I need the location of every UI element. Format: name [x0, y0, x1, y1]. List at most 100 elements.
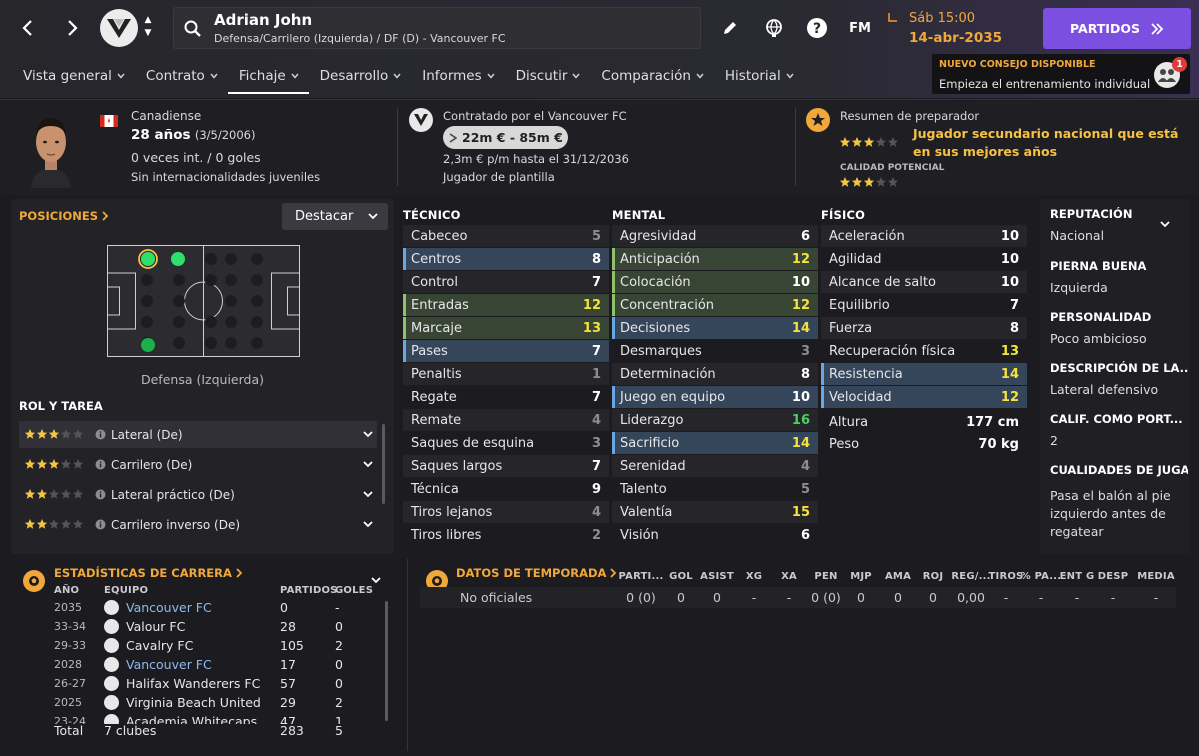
attribute-name: Resistencia — [829, 366, 903, 382]
attribute-row[interactable]: Talento 5 — [612, 478, 818, 500]
date-day-time[interactable]: Sáb 15:00 — [909, 11, 975, 26]
attribute-row[interactable]: Anticipación 12 — [612, 248, 818, 270]
positions-title[interactable]: POSICIONES — [19, 209, 109, 223]
col-year[interactable]: AÑO — [54, 585, 79, 596]
tab-4[interactable]: Informes — [411, 62, 504, 92]
mental-title: MENTAL — [612, 208, 666, 222]
attribute-row[interactable]: Determinación 8 — [612, 363, 818, 385]
attribute-row[interactable]: Recuperación física 13 — [821, 340, 1027, 362]
career-row[interactable]: 33-34 Valour FC 28 0 — [11, 617, 381, 636]
attribute-row[interactable]: Sacrificio 14 — [612, 432, 818, 454]
career-team: Cavalry FC — [126, 638, 194, 653]
career-year: 2025 — [54, 696, 82, 709]
advice-notification[interactable]: NUEVO CONSEJO DISPONIBLE Empieza el entr… — [932, 54, 1190, 94]
career-team[interactable]: Vancouver FC — [126, 600, 212, 615]
career-row[interactable]: 2025 Virginia Beach United 29 2 — [11, 693, 381, 712]
attribute-row[interactable]: Saques largos 7 — [403, 455, 609, 477]
role-item[interactable]: Lateral práctico (De) — [19, 481, 377, 508]
attribute-value: 5 — [591, 228, 601, 244]
club-badge[interactable] — [100, 9, 138, 47]
club-switch-arrows[interactable]: ▲ ▼ — [141, 14, 155, 40]
attribute-row[interactable]: Tiros lejanos 4 — [403, 501, 609, 523]
season-title[interactable]: DATOS DE TEMPORADA — [456, 566, 617, 580]
season-row[interactable]: No oficiales 0 (0) 0 0- -0 (0) 0 0 0 0,00- - - - - — [420, 587, 1176, 608]
attribute-row[interactable]: Decisiones 14 — [612, 317, 818, 339]
attribute-row[interactable]: Velocidad 12 — [821, 386, 1027, 408]
attribute-row[interactable]: Serenidad 4 — [612, 455, 818, 477]
career-team[interactable]: Vancouver FC — [126, 657, 212, 672]
attribute-row[interactable]: Control 7 — [403, 271, 609, 293]
role-item[interactable]: Lateral (De) — [19, 421, 377, 448]
attribute-row[interactable]: Desmarques 3 — [612, 340, 818, 362]
attribute-row[interactable]: Entradas 12 — [403, 294, 609, 316]
attribute-value: 12 — [791, 251, 810, 267]
attribute-row[interactable]: Saques de esquina 3 — [403, 432, 609, 454]
chevron-down-icon[interactable] — [371, 577, 381, 584]
attribute-row[interactable]: Técnica 9 — [403, 478, 609, 500]
tab-5[interactable]: Discutir — [505, 62, 591, 92]
career-title[interactable]: ESTADÍSTICAS DE CARRERA — [54, 566, 243, 580]
attribute-row[interactable]: Aceleración 10 — [821, 225, 1027, 247]
attribute-row[interactable]: Cabeceo 5 — [403, 225, 609, 247]
attribute-row[interactable]: Agilidad 10 — [821, 248, 1027, 270]
advice-count-badge: 1 — [1172, 57, 1187, 72]
value-badge[interactable]: 22m € - 85m € — [443, 126, 568, 149]
col-goals[interactable]: GOLES — [335, 585, 373, 596]
attribute-value: 7 — [591, 458, 601, 474]
back-button[interactable] — [8, 8, 48, 48]
role-item[interactable]: Carrilero inverso (De) — [19, 511, 377, 538]
career-row[interactable]: 29-33 Cavalry FC 105 2 — [11, 636, 381, 655]
wage-line: 2,3m € p/m hasta el 31/12/2036 — [443, 152, 629, 166]
attribute-row[interactable]: Equilibrio 7 — [821, 294, 1027, 316]
fm-menu-button[interactable]: FM — [845, 14, 875, 42]
tab-0[interactable]: Vista general — [12, 62, 135, 92]
career-row[interactable]: 2035 Vancouver FC 0 - — [11, 598, 381, 617]
attribute-row[interactable]: Pases 7 — [403, 340, 609, 362]
attribute-row[interactable]: Agresividad 6 — [612, 225, 818, 247]
col-team[interactable]: EQUIPO — [104, 585, 148, 596]
coach-report-title[interactable]: Resumen de preparador — [840, 109, 979, 123]
attribute-row[interactable]: Fuerza 8 — [821, 317, 1027, 339]
role-list-scrollbar[interactable] — [382, 424, 385, 504]
chevron-down-icon[interactable] — [1160, 221, 1170, 228]
forward-button[interactable] — [52, 8, 92, 48]
attribute-row[interactable]: Visión 6 — [612, 524, 818, 546]
col-apps[interactable]: PARTIDOS — [280, 585, 338, 596]
attribute-row[interactable]: Tiros libres 2 — [403, 524, 609, 546]
tab-6[interactable]: Comparación — [590, 62, 714, 92]
nationality[interactable]: Canadiense — [131, 109, 201, 123]
career-row[interactable]: 2028 Vancouver FC 17 0 — [11, 655, 381, 674]
attribute-row[interactable]: Juego en equipo 10 — [612, 386, 818, 408]
attribute-name: Tiros lejanos — [411, 504, 493, 520]
career-scrollbar[interactable] — [385, 601, 388, 721]
attribute-row[interactable]: Alcance de salto 10 — [821, 271, 1027, 293]
attribute-row[interactable]: Centros 8 — [403, 248, 609, 270]
attribute-row[interactable]: Valentía 15 — [612, 501, 818, 523]
career-row[interactable]: 26-27 Halifax Wanderers FC 57 0 — [11, 674, 381, 693]
tab-7[interactable]: Historial — [714, 62, 804, 92]
tab-2[interactable]: Fichaje — [227, 62, 309, 94]
attribute-row[interactable]: Liderazgo 16 — [612, 409, 818, 431]
chevron-down-icon — [210, 73, 218, 79]
career-team: Virginia Beach United — [126, 695, 261, 710]
side-info-label: CUALIDADES DE JUGA — [1050, 463, 1188, 477]
continue-button[interactable]: PARTIDOS — [1043, 8, 1191, 49]
attribute-row[interactable]: Colocación 10 — [612, 271, 818, 293]
highlight-dropdown[interactable]: Destacar — [282, 203, 388, 230]
tab-3[interactable]: Desarrollo — [309, 62, 412, 92]
attribute-row[interactable]: Concentración 12 — [612, 294, 818, 316]
attribute-row[interactable]: Marcaje 13 — [403, 317, 609, 339]
edit-button[interactable] — [716, 14, 744, 42]
attribute-row[interactable]: Remate 4 — [403, 409, 609, 431]
role-item[interactable]: Carrilero (De) — [19, 451, 377, 478]
world-button[interactable] — [760, 14, 788, 42]
attribute-row[interactable]: Penaltis 1 — [403, 363, 609, 385]
date-full[interactable]: 14-abr-2035 — [909, 30, 1002, 46]
season-col-header[interactable]: MEDIA — [1126, 571, 1186, 582]
contract-club[interactable]: Contratado por el Vancouver FC — [443, 109, 627, 123]
attribute-row[interactable]: Regate 7 — [403, 386, 609, 408]
attribute-row[interactable]: Resistencia 14 — [821, 363, 1027, 385]
help-button[interactable]: ? — [803, 14, 831, 42]
player-header-box[interactable]: Adrian John Defensa/Carrilero (Izquierda… — [173, 7, 701, 49]
tab-1[interactable]: Contrato — [135, 62, 228, 92]
